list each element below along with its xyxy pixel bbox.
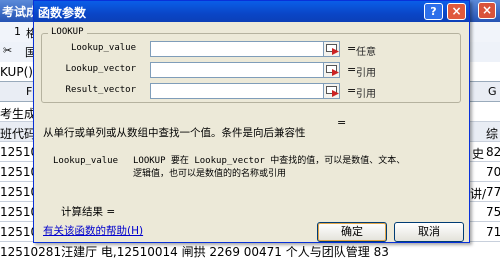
cut-icon[interactable]: ✂ [3, 44, 12, 57]
excel-close-icon[interactable]: × [478, 2, 496, 19]
arg-equals: = [347, 42, 357, 55]
menu-item-number[interactable]: 1 [14, 25, 21, 38]
cell-score[interactable]: 71 [486, 225, 500, 239]
column-header-f[interactable]: F [26, 85, 32, 98]
cell-score[interactable]: 70 [486, 165, 500, 179]
dialog-title-bar[interactable]: 函数参数 ? × [34, 1, 469, 22]
collapse-dialog-icon[interactable] [323, 62, 340, 78]
function-arguments-dialog: 函数参数 ? × LOOKUP Lookup_value = 任意 Lookup… [33, 0, 470, 243]
sheet-label: 考生成 [0, 107, 37, 121]
arg-hint: 引用 [356, 89, 376, 100]
result-vector-input[interactable] [150, 83, 324, 99]
close-icon[interactable]: × [447, 3, 466, 20]
arg-hint: 任意 [356, 47, 376, 58]
arg-equals: = [347, 84, 357, 97]
table-row[interactable]: 12510281汪建厅 电,12510014 闸拱 2269 00471 个人与… [0, 242, 500, 260]
cancel-button[interactable]: 取消 [394, 222, 464, 242]
header-cell-score[interactable]: 综 [486, 125, 498, 141]
arg-label-lookup-vector: Lookup_vector [65, 64, 136, 74]
formula-text: KUP() [0, 65, 33, 79]
function-description: 从单行或单列或从数组中查找一个值。条件是向后兼容性 [43, 127, 306, 139]
column-header-g[interactable]: G [488, 85, 497, 98]
cell-row-bottom[interactable]: 12510281汪建厅 电,12510014 闸拱 2269 00471 个人与… [0, 243, 389, 260]
arg-label-result-vector: Result_vector [65, 85, 136, 95]
function-help-link[interactable]: 有关该函数的帮助(H) [43, 223, 143, 238]
cell-score[interactable]: 75 [486, 205, 500, 219]
cell-subject[interactable]: 讲/ [470, 185, 486, 201]
function-name: LOOKUP [48, 27, 87, 37]
lookup-value-input[interactable] [150, 41, 324, 57]
arg-label-lookup-value: Lookup_value [70, 43, 136, 53]
current-arg-name: Lookup_value [53, 156, 119, 166]
collapse-dialog-icon[interactable] [323, 83, 340, 99]
collapse-dialog-icon[interactable] [323, 41, 340, 57]
ok-button[interactable]: 确定 [317, 222, 387, 242]
cell-score[interactable]: 82 [486, 145, 500, 159]
cell-score[interactable]: 77 [486, 185, 500, 199]
lookup-vector-input[interactable] [150, 62, 324, 78]
dialog-title: 函数参数 [38, 6, 87, 20]
arg-equals: = [347, 63, 357, 76]
current-arg-description: LOOKUP 要在 Lookup_vector 中查找的值，可以是数值、文本、逻… [133, 156, 406, 179]
help-icon[interactable]: ? [424, 3, 443, 20]
calc-result-label: 计算结果 = [61, 206, 116, 218]
header-cell-class[interactable]: 班代码 [0, 125, 36, 141]
function-group: LOOKUP Lookup_value = 任意 Lookup_vector =… [41, 27, 461, 103]
function-result-equals: = [337, 116, 347, 129]
arg-hint: 引用 [356, 68, 376, 79]
cell-subject[interactable]: 史 [472, 145, 484, 161]
